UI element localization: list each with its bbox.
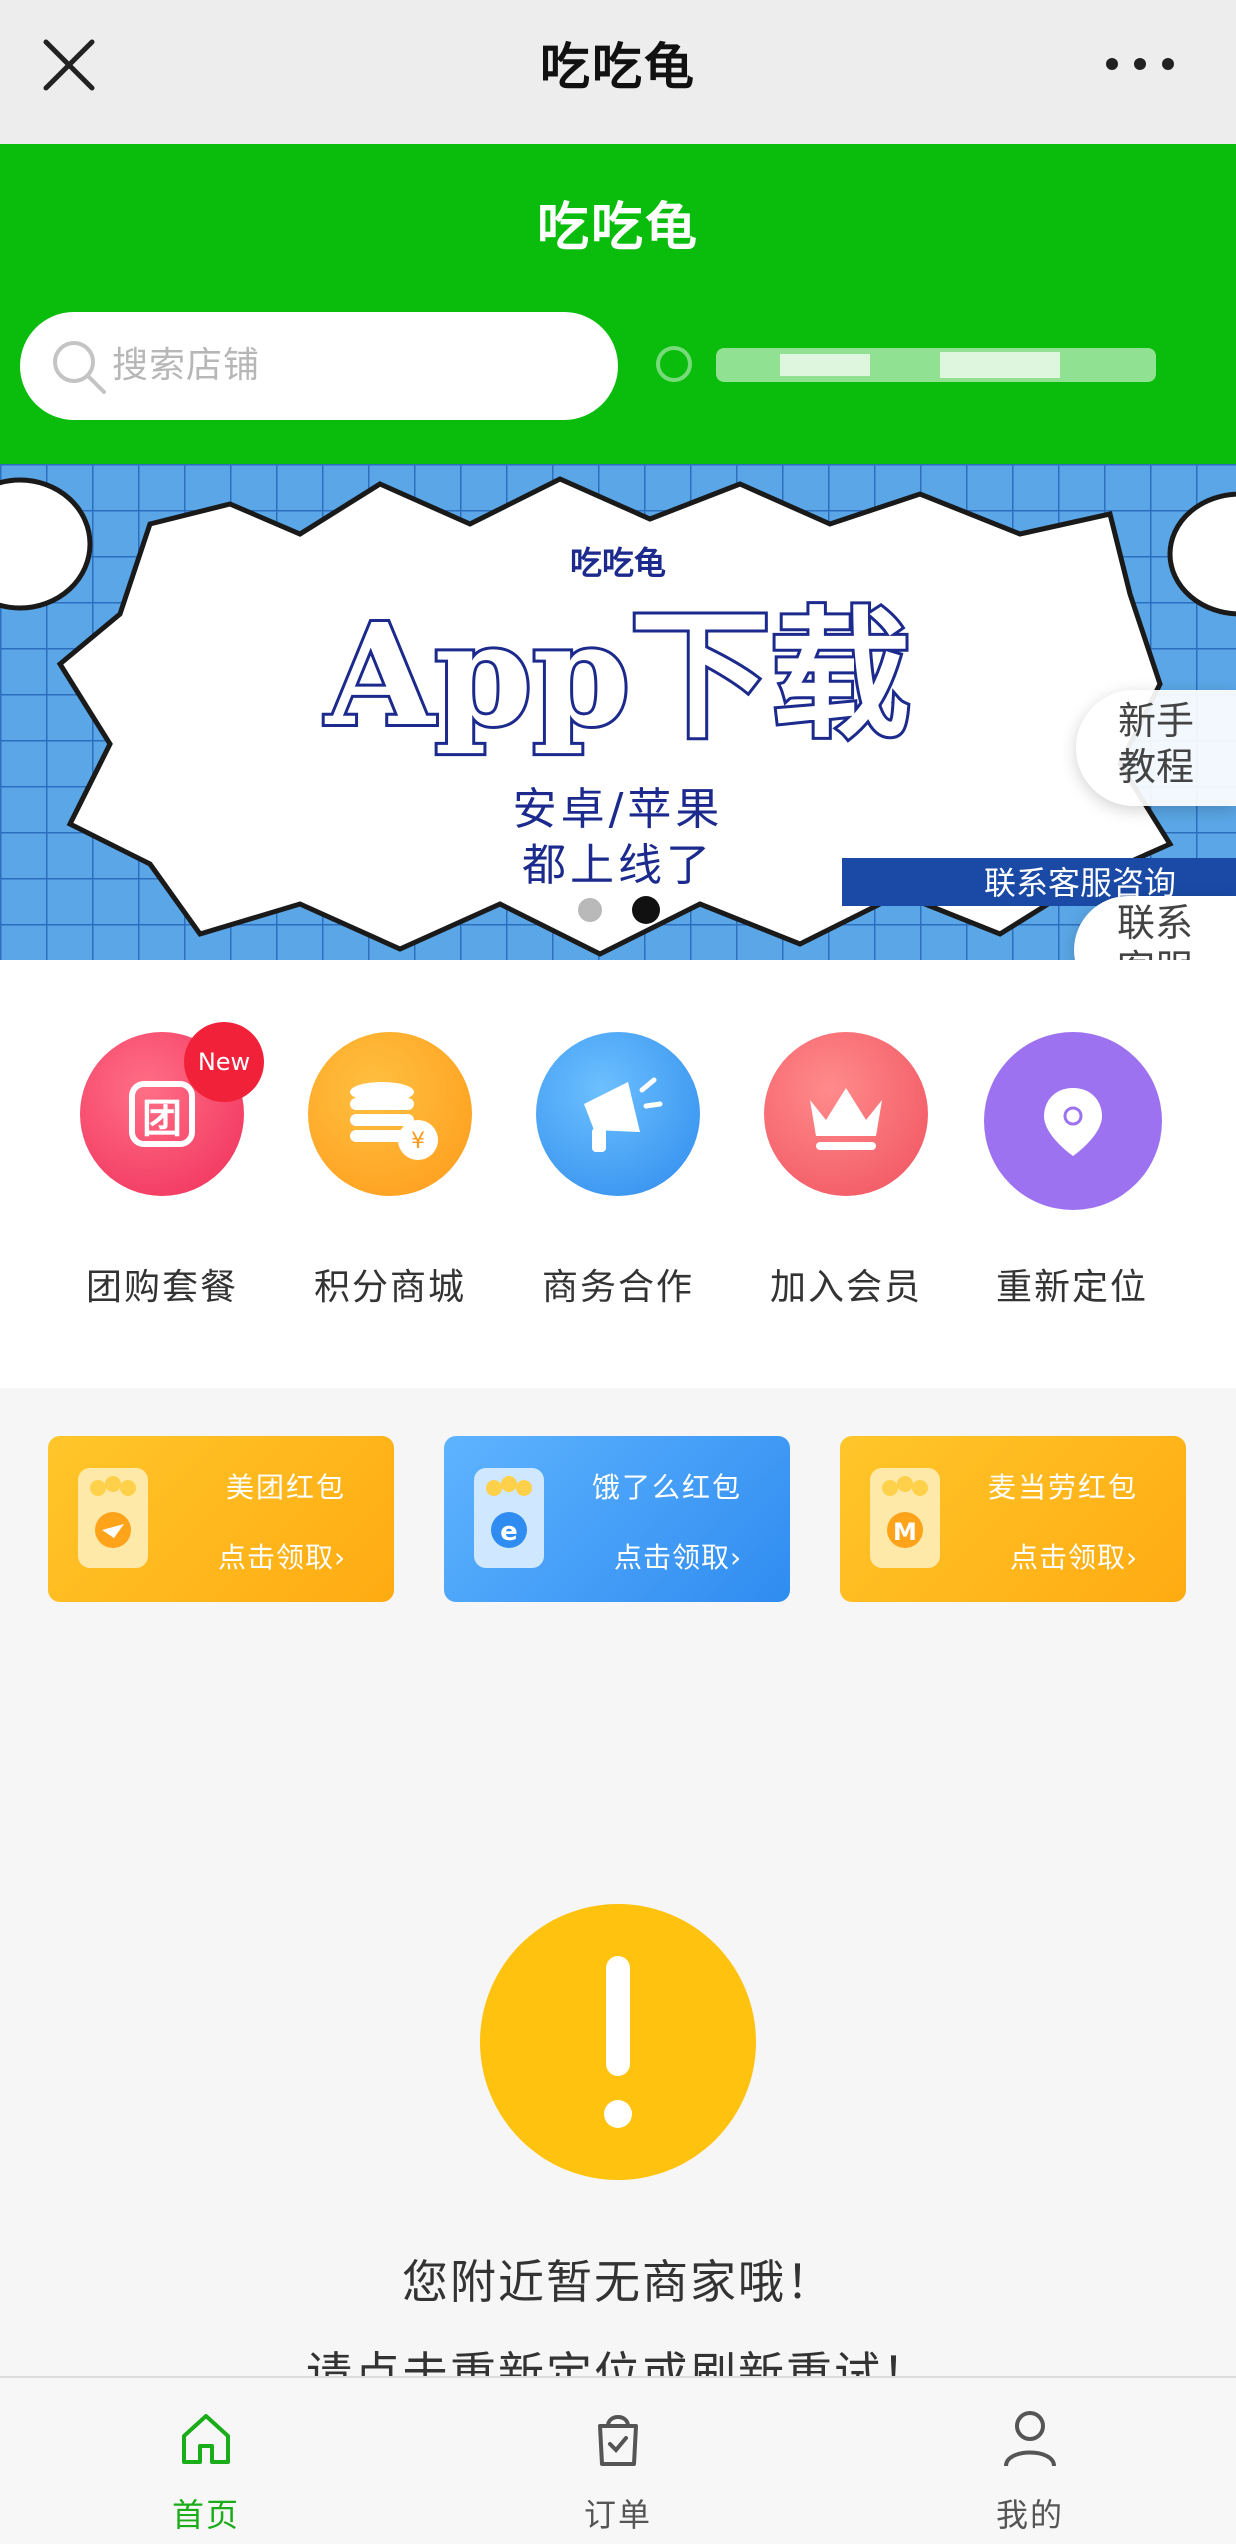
coupon-mcdonalds[interactable]: M 麦当劳红包 点击领取› [840,1436,1186,1602]
warning-icon [480,1904,756,2180]
feature-label: 团购套餐 [85,1267,238,1308]
location-display[interactable] [640,330,1180,400]
banner-dot-1 [578,898,602,922]
feature-group-buy[interactable]: 团 New 团购套餐 [34,960,264,1388]
promo-banner[interactable]: 吃吃龟 App下载 安卓/苹果 都上线了 联系客服咨询 [0,464,1236,960]
more-button[interactable] [1100,44,1180,84]
location-icon [984,1032,1162,1210]
more-icon [1106,58,1174,70]
svg-text:¥: ¥ [411,1129,425,1154]
blurred-location [656,346,1156,382]
crown-icon [764,1032,928,1196]
feature-points-mall[interactable]: ¥ 积分商城 [262,960,488,1388]
banner-line1: 安卓/苹果 [513,784,724,835]
feature-business[interactable]: 商务合作 [490,960,716,1388]
feature-membership[interactable]: 加入会员 [718,960,944,1388]
feature-grid: 团 New 团购套餐 ¥ 积分商城 商务合作 加入会员 重新定位 [0,960,1236,1388]
home-icon [182,2414,230,2464]
order-bag-icon [598,2415,638,2466]
tab-orders[interactable]: 订单 [518,2378,718,2544]
mcdonalds-bag-icon: M [870,1468,940,1568]
eleme-bag-icon: e [474,1468,544,1568]
guide-label: 新手 教程 [1117,699,1194,789]
coupon-meituan[interactable]: 美团红包 点击领取› [48,1436,394,1602]
bottom-tab-bar: 首页 订单 我的 [0,2376,1236,2544]
svg-text:M: M [893,1518,917,1546]
banner-graphic: 吃吃龟 App下载 安卓/苹果 都上线了 联系客服咨询 [0,464,1236,960]
coins-icon: ¥ [308,1032,472,1196]
tab-label: 首页 [171,2496,240,2534]
tab-label: 订单 [583,2496,652,2534]
search-icon [53,341,106,394]
svg-text:团: 团 [142,1096,182,1142]
coupon-title: 美团红包 [226,1471,347,1504]
feature-label: 加入会员 [769,1267,922,1308]
feature-label: 商务合作 [541,1267,694,1308]
user-icon [1004,2411,1056,2467]
coupon-action: 点击领取› [1010,1541,1139,1574]
meituan-bag-icon [78,1468,148,1568]
banner-brand: 吃吃龟 [570,544,666,582]
svg-text:e: e [500,1517,518,1547]
tab-home[interactable]: 首页 [106,2378,306,2544]
page-title: 吃吃龟 [540,38,696,96]
guide-button[interactable]: 新手 教程 [1076,690,1236,806]
banner-headline: App下载 [324,594,910,758]
banner-dot-2 [632,896,660,924]
feature-label: 积分商城 [313,1267,466,1308]
feature-relocate[interactable]: 重新定位 [944,960,1170,1388]
search-input[interactable]: 搜索店铺 [20,312,618,420]
tab-label: 我的 [995,2496,1064,2534]
feature-label: 重新定位 [995,1267,1148,1308]
megaphone-icon [536,1032,700,1196]
new-badge: New [184,1022,264,1102]
coupon-title: 麦当劳红包 [988,1471,1139,1504]
banner-line2: 都上线了 [522,840,714,891]
empty-message: 您附近暂无商家哦！ [402,2255,834,2309]
search-placeholder: 搜索店铺 [112,345,261,386]
coupon-action: 点击领取› [614,1541,743,1574]
coupon-action: 点击领取› [218,1541,347,1574]
coupon-eleme[interactable]: e 饿了么红包 点击领取› [444,1436,790,1602]
tab-profile[interactable]: 我的 [930,2378,1130,2544]
coupon-title: 饿了么红包 [592,1471,743,1504]
brand-title: 吃吃龟 [536,198,699,258]
